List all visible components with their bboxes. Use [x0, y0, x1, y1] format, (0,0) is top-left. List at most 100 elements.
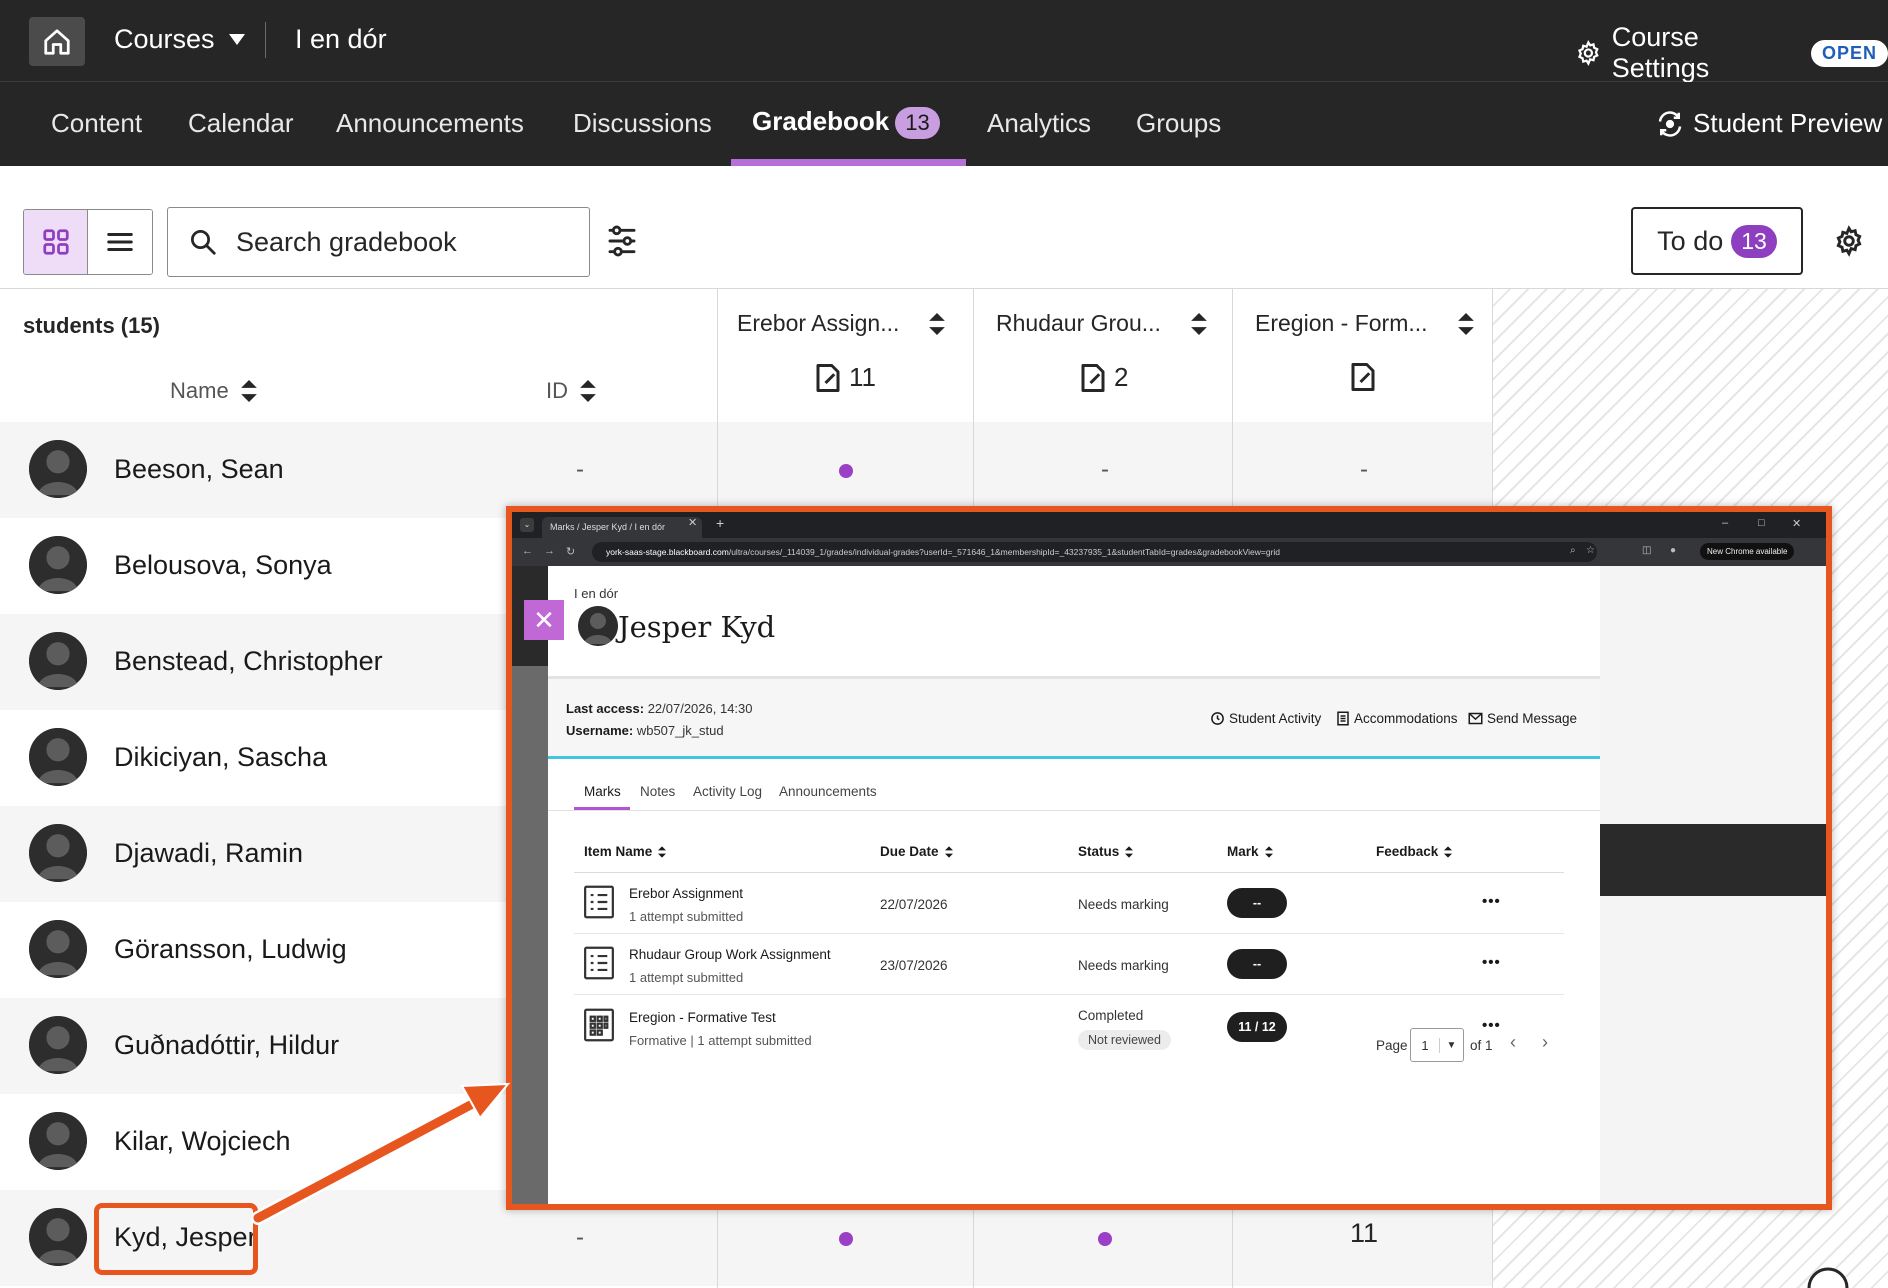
home-button[interactable] [29, 17, 85, 66]
avatar [29, 632, 87, 690]
tab-gradebook[interactable]: Gradebook 13 [752, 106, 940, 140]
sort-icon [944, 845, 953, 858]
more-options-icon[interactable]: ••• [1482, 1017, 1501, 1034]
new-chrome-available-button[interactable]: New Chrome available [1700, 543, 1795, 560]
tab-analytics[interactable]: Analytics [987, 108, 1091, 139]
name-sort-header[interactable]: Name [170, 378, 257, 404]
extensions-icon[interactable]: ◫ [1642, 545, 1651, 556]
due-date-header[interactable]: Due Date [880, 844, 953, 859]
back-icon[interactable]: ← [522, 545, 533, 557]
needs-marking-dot[interactable] [839, 1232, 853, 1246]
courses-menu[interactable]: Courses [114, 24, 245, 55]
item-title-link[interactable]: Rhudaur Group Work Assignment [629, 947, 831, 962]
tab-announcements[interactable]: Announcements [779, 784, 877, 799]
search-gradebook-field[interactable]: Search gradebook [167, 207, 590, 277]
bookmark-star-icon[interactable]: ☆ [1586, 545, 1595, 556]
column-header-rhudaur[interactable]: Rhudaur Grou... [996, 310, 1207, 337]
column-title: Eregion - Form... [1255, 310, 1428, 336]
feedback-header[interactable]: Feedback [1376, 844, 1453, 859]
accommodations-button[interactable]: Accommodations [1336, 711, 1458, 726]
next-page-icon[interactable]: › [1542, 1032, 1548, 1053]
id-sort-header[interactable]: ID [546, 378, 596, 404]
reload-icon[interactable]: ↻ [566, 545, 575, 558]
sliders-icon [608, 225, 636, 257]
previous-page-icon[interactable]: ‹ [1510, 1032, 1516, 1053]
student-name-link[interactable]: Göransson, Ludwig [114, 934, 347, 965]
grade-cell[interactable]: 11 [1350, 1218, 1378, 1249]
todo-button[interactable]: To do 13 [1631, 207, 1803, 275]
browser-tab[interactable]: Marks / Jesper Kyd / I en dór [542, 517, 702, 538]
highlight-box [94, 1203, 258, 1275]
page-select[interactable]: 1 ▼ [1410, 1028, 1464, 1062]
todo-count-badge: 13 [1731, 224, 1777, 258]
send-message-button[interactable]: Send Message [1468, 711, 1577, 726]
more-options-icon[interactable]: ••• [1482, 954, 1501, 971]
tab-content[interactable]: Content [51, 108, 142, 139]
sort-icon [1125, 845, 1134, 858]
tab-discussions[interactable]: Discussions [573, 108, 712, 139]
help-icon[interactable] [1806, 1266, 1850, 1288]
new-tab-icon[interactable]: + [716, 515, 724, 531]
person-silhouette-icon [29, 1112, 87, 1170]
tab-groups[interactable]: Groups [1136, 108, 1221, 139]
tab-announcements[interactable]: Announcements [336, 108, 524, 139]
gradebook-settings-button[interactable] [1833, 225, 1865, 262]
filter-button[interactable] [606, 222, 638, 265]
divider [265, 22, 266, 58]
username: Username: wb507_jk_stud [566, 723, 724, 738]
profile-icon[interactable]: ● [1670, 545, 1676, 556]
student-name-link[interactable]: Guðnadóttir, Hildur [114, 1030, 339, 1061]
item-title-link[interactable]: Eregion - Formative Test [629, 1010, 776, 1025]
tab-marks[interactable]: Marks [584, 784, 621, 799]
item-name-header[interactable]: Item Name [584, 844, 667, 859]
column-header-erebor[interactable]: Erebor Assign... [737, 310, 946, 337]
tab-notes[interactable]: Notes [640, 784, 675, 799]
course-settings-button[interactable]: Course Settings OPEN [1575, 22, 1888, 84]
courses-label: Courses [114, 24, 215, 54]
student-name-link[interactable]: Kilar, Wojciech [114, 1126, 291, 1157]
needs-marking-dot[interactable] [1098, 1232, 1112, 1246]
item-title-link[interactable]: Erebor Assignment [629, 886, 743, 901]
page-label: Page [1376, 1038, 1408, 1053]
mark-pill[interactable]: -- [1227, 888, 1287, 918]
breadcrumb[interactable]: I en dór [574, 586, 618, 601]
needs-marking-dot[interactable] [839, 464, 853, 478]
student-name-link[interactable]: Benstead, Christopher [114, 646, 383, 677]
home-icon [44, 28, 70, 55]
close-window-icon[interactable]: ✕ [1792, 517, 1801, 530]
grade-cell[interactable]: - [1101, 456, 1109, 484]
column-header-eregion[interactable]: Eregion - Form... [1255, 310, 1474, 337]
student-name-link[interactable]: Djawadi, Ramin [114, 838, 303, 869]
last-access-value: 22/07/2026, 14:30 [647, 701, 753, 716]
status-header[interactable]: Status [1078, 844, 1134, 859]
mark-header[interactable]: Mark [1227, 844, 1273, 859]
tab-calendar[interactable]: Calendar [188, 108, 294, 139]
url-field[interactable]: york-saas-stage.blackboard.com/ultra/cou… [592, 542, 1597, 562]
more-options-icon[interactable]: ••• [1482, 893, 1501, 910]
student-name-link[interactable]: Dikiciyan, Sascha [114, 742, 327, 773]
grade-cell[interactable]: - [1360, 456, 1368, 484]
mark-pill[interactable]: 11 / 12 [1227, 1012, 1287, 1042]
url-path: /ultra/courses/_114039_1/grades/individu… [728, 547, 1281, 557]
due-date: 23/07/2026 [880, 958, 948, 973]
student-activity-button[interactable]: Student Activity [1210, 711, 1321, 726]
close-panel-button[interactable]: ✕ [524, 600, 564, 640]
tab-activity-log[interactable]: Activity Log [693, 784, 762, 799]
sort-icon [658, 845, 667, 858]
maximize-icon[interactable]: □ [1758, 517, 1765, 529]
forward-icon[interactable]: → [544, 545, 555, 557]
student-name-link[interactable]: Belousova, Sonya [114, 550, 332, 581]
assignment-icon [584, 946, 614, 980]
close-tab-icon[interactable]: ✕ [688, 516, 697, 529]
tab-search-icon[interactable]: ⌄ [520, 518, 534, 532]
student-name-link[interactable]: Beeson, Sean [114, 454, 284, 485]
grid-view-button[interactable] [24, 210, 88, 274]
zoom-icon[interactable]: ⌕ [1570, 545, 1576, 556]
person-silhouette-icon [29, 920, 87, 978]
list-view-button[interactable] [88, 210, 152, 274]
view-toggle [23, 209, 153, 275]
submission-count-value: 11 [849, 362, 876, 392]
minimize-icon[interactable]: – [1722, 517, 1728, 529]
student-preview-button[interactable]: Student Preview [1655, 108, 1882, 139]
mark-pill[interactable]: -- [1227, 949, 1287, 979]
